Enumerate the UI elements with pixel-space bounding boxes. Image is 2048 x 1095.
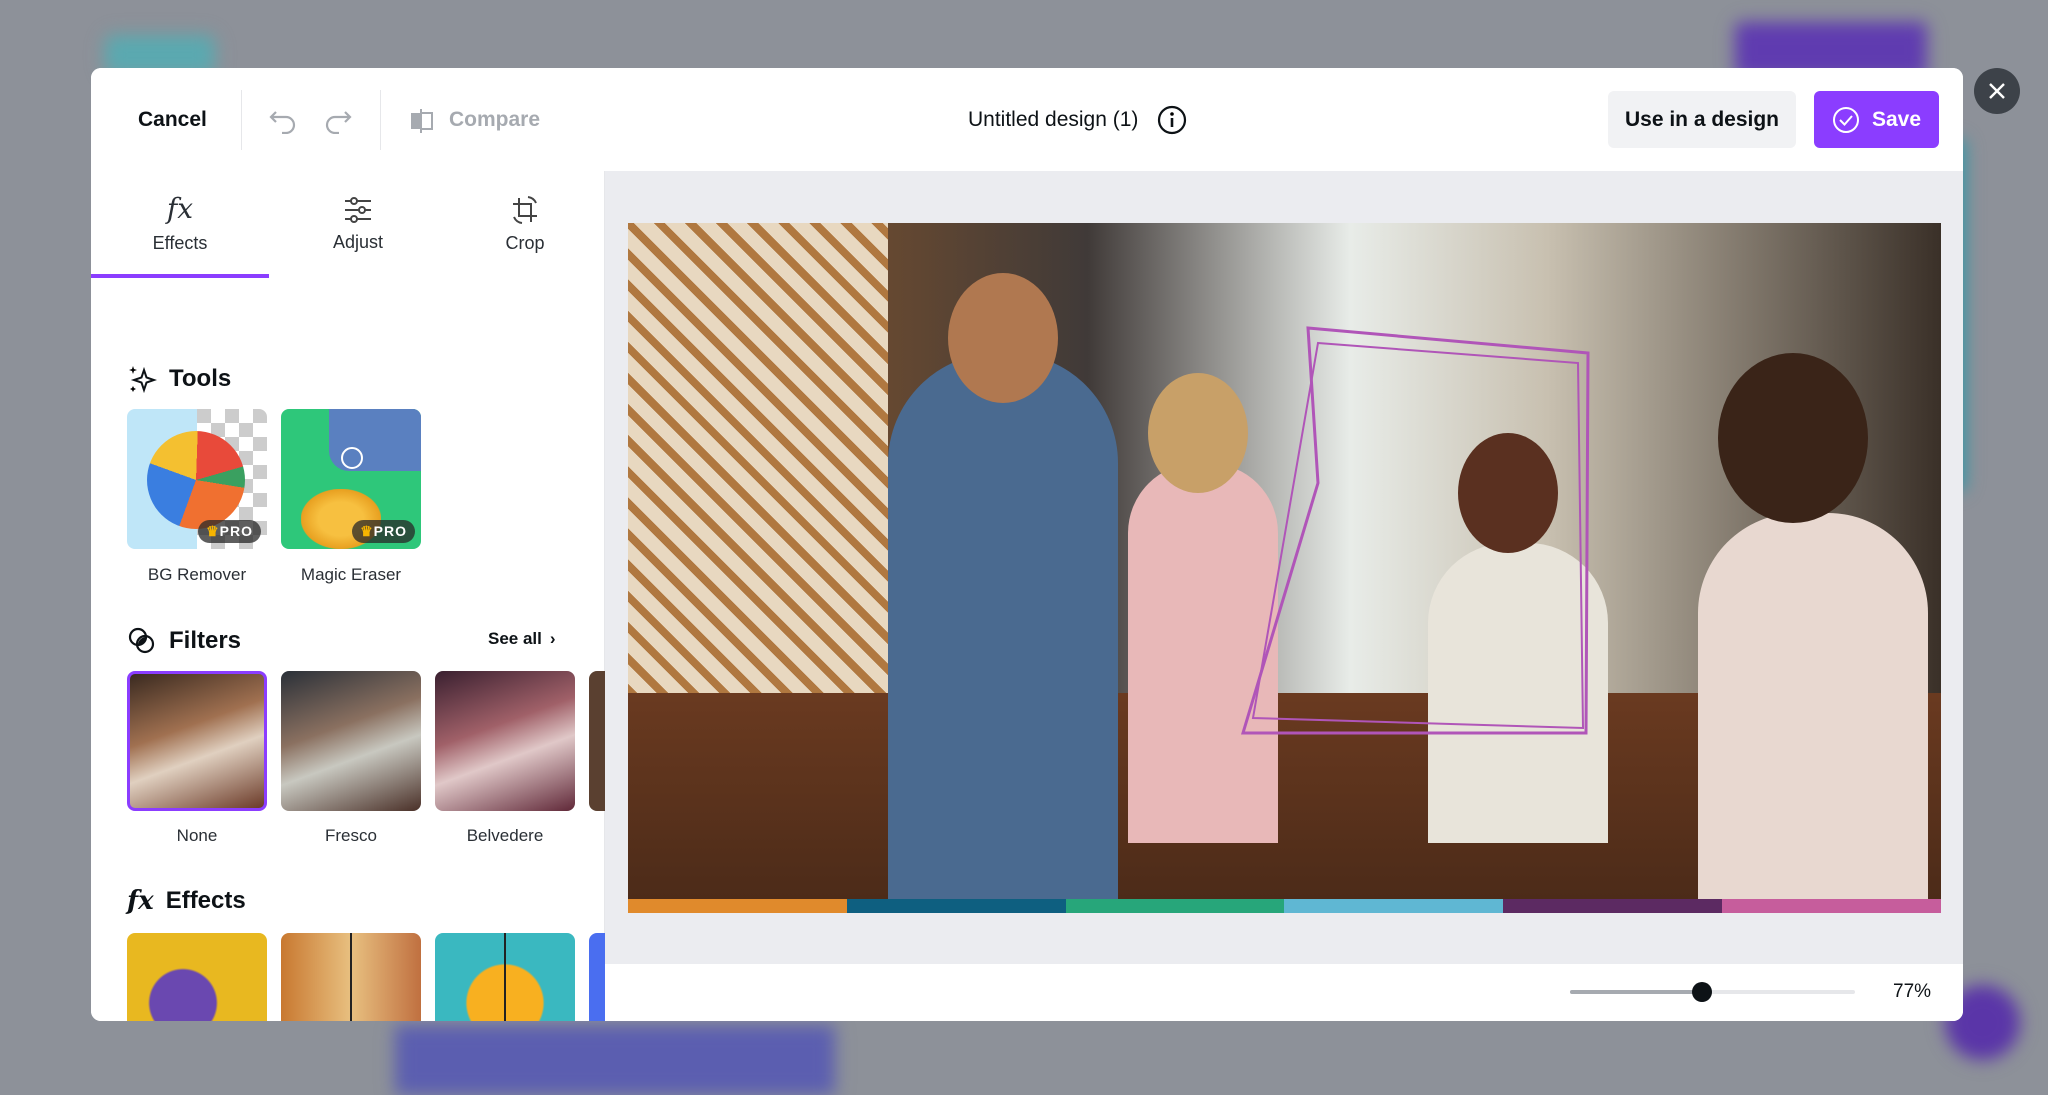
zoom-slider-handle[interactable]	[1692, 982, 1713, 1002]
filter-belvedere[interactable]	[435, 671, 575, 811]
zoom-percent[interactable]: 77%	[1893, 981, 1931, 1003]
effect-orange[interactable]	[435, 933, 575, 1021]
magic-eraser-label: Magic Eraser	[300, 565, 402, 584]
chevron-right-icon: ›	[549, 629, 556, 648]
tab-effects[interactable]: fx Effects	[91, 171, 269, 278]
info-icon[interactable]	[1157, 105, 1187, 135]
tools-heading: Tools	[127, 364, 231, 394]
design-title[interactable]: Untitled design (1)	[968, 108, 1138, 132]
photo[interactable]	[628, 223, 1941, 913]
undo-icon[interactable]	[268, 106, 298, 134]
filter-belvedere-label: Belvedere	[466, 826, 544, 845]
crop-rotate-icon	[513, 196, 537, 224]
effect-duotone[interactable]	[127, 933, 267, 1021]
color-strip	[628, 899, 1941, 913]
compare-button[interactable]: Compare	[449, 108, 540, 132]
sliders-icon	[345, 197, 371, 223]
fx-icon: fx	[166, 191, 194, 225]
pro-badge: ♛PRO	[352, 520, 415, 543]
edit-side-panel: fx Effects Adjust Crop Tools ♛PRO BG Rem…	[91, 171, 729, 1021]
fx-icon: fx	[127, 886, 154, 916]
see-all-filters-link[interactable]: See all ›	[488, 629, 556, 649]
close-icon	[1989, 83, 2005, 99]
frame-outline	[1240, 326, 1590, 735]
edit-photo-modal: Cancel Compare Untitled design (1) Use i…	[91, 68, 1963, 1021]
redo-icon[interactable]	[323, 106, 353, 134]
zoom-footer: 77%	[605, 964, 1963, 1021]
tab-crop[interactable]: Crop	[436, 171, 614, 278]
zoom-slider[interactable]	[1570, 982, 1855, 1002]
filters-heading: Filters	[127, 626, 241, 656]
sparkles-icon	[129, 366, 157, 394]
check-circle-icon	[1832, 106, 1859, 133]
compare-icon[interactable]	[409, 108, 435, 134]
filters-icon	[128, 627, 155, 654]
bg-remover-tool[interactable]: ♛PRO	[127, 409, 267, 549]
modal-header: Cancel Compare Untitled design (1) Use i…	[91, 68, 1963, 171]
use-in-design-button[interactable]: Use in a design	[1608, 91, 1796, 148]
beach-ball-image	[147, 431, 245, 529]
bg-remover-label: BG Remover	[147, 565, 247, 584]
filter-fresco-label: Fresco	[325, 826, 377, 845]
save-button[interactable]: Save	[1814, 91, 1939, 148]
tab-adjust[interactable]: Adjust	[269, 171, 447, 278]
magic-eraser-tool[interactable]: ♛PRO	[281, 409, 421, 549]
filter-fresco[interactable]	[281, 671, 421, 811]
canvas-area	[605, 171, 1963, 964]
pro-badge: ♛PRO	[198, 520, 261, 543]
cancel-button[interactable]: Cancel	[138, 108, 207, 132]
filter-none-label: None	[176, 826, 218, 845]
filter-none[interactable]	[127, 671, 267, 811]
effect-dog[interactable]	[281, 933, 421, 1021]
effects-heading: fx Effects	[127, 886, 246, 916]
close-modal-button[interactable]	[1974, 68, 2020, 114]
